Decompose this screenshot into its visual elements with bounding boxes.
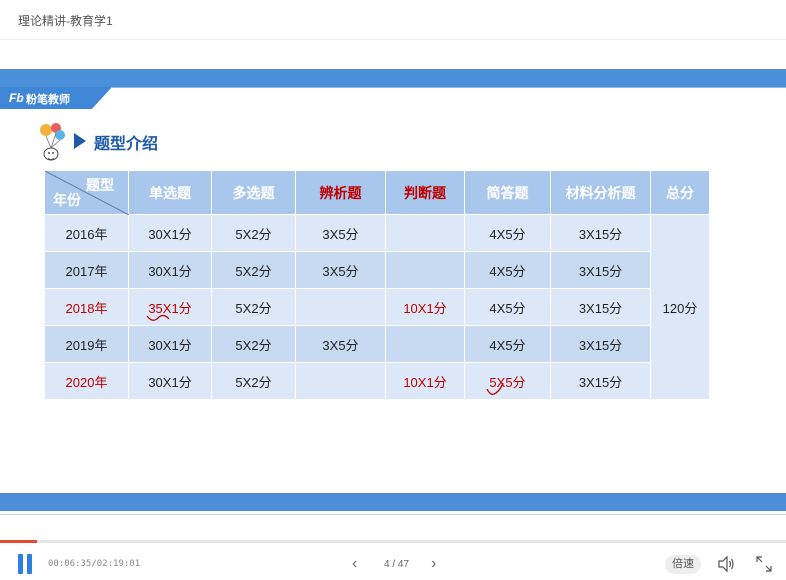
slide-bottom-line xyxy=(0,514,786,515)
playback-speed-button[interactable]: 倍速 xyxy=(665,555,701,574)
table-header-row: 题型 年份 单选题 多选题 辨析题 判断题 简答题 材料分析题 总分 xyxy=(44,170,710,215)
year-cell: 2016年 xyxy=(44,214,129,252)
table-cell: 3X15分 xyxy=(550,251,651,289)
table-cell: 3X15分 xyxy=(550,288,651,326)
play-triangle-icon xyxy=(74,133,86,149)
corner-header: 题型 年份 xyxy=(44,170,129,215)
slide-divider xyxy=(112,87,786,88)
year-cell: 2019年 xyxy=(44,325,129,363)
progress-bar[interactable] xyxy=(0,540,786,543)
table-cell: 4X5分 xyxy=(464,325,551,363)
header-single-choice: 单选题 xyxy=(128,170,212,215)
slide: Fb 粉笔教师 题型介绍 题型 年份 单选题 多选题 辨析题 判断题 简答题 材… xyxy=(0,40,786,540)
progress-fill xyxy=(0,540,37,543)
table-cell: 3X15分 xyxy=(550,214,651,252)
table-row: 2018年 35X1分 5X2分 10X1分 4X5分 3X15分 xyxy=(44,288,710,326)
table-cell: 5X2分 xyxy=(211,251,296,289)
table-cell: 4X5分 xyxy=(464,214,551,252)
year-cell: 2018年 xyxy=(44,288,129,326)
table-cell: 5X2分 xyxy=(211,325,296,363)
table-cell xyxy=(385,214,465,252)
header-true-false: 判断题 xyxy=(385,170,465,215)
table-cell: 4X5分 xyxy=(464,251,551,289)
playback-time: 00:06:35/02:19:01 xyxy=(48,559,141,569)
table-cell xyxy=(385,325,465,363)
header-multiple-choice: 多选题 xyxy=(211,170,296,215)
table-cell: 30X1分 xyxy=(128,251,212,289)
prev-page-icon[interactable]: ‹ xyxy=(352,555,357,573)
header-short-answer: 简答题 xyxy=(464,170,551,215)
table-cell: 5X2分 xyxy=(211,288,296,326)
video-lesson-window: 理论精讲-教育学1 Fb 粉笔教师 题型介绍 题型 年份 单选题 多选题 辨析题… xyxy=(0,0,786,580)
header-discrimination: 辨析题 xyxy=(295,170,386,215)
table-cell: 4X5分 xyxy=(464,288,551,326)
table-cell: 30X1分 xyxy=(128,325,212,363)
table-cell: 3X15分 xyxy=(550,362,651,400)
logo-text: 粉笔教师 xyxy=(26,94,70,106)
table-cell xyxy=(295,362,386,400)
corner-label-type: 题型 xyxy=(86,177,114,193)
fullscreen-icon[interactable] xyxy=(754,554,774,574)
cell-value: 5X5分 xyxy=(489,374,526,390)
volume-icon[interactable] xyxy=(716,554,736,574)
logo-mark: Fb xyxy=(9,91,24,105)
balloon-icon xyxy=(40,123,65,161)
table-cell-annotated: 5X5分 xyxy=(464,362,551,400)
table-cell: 5X2分 xyxy=(211,214,296,252)
title-bar: 理论精讲-教育学1 xyxy=(0,0,786,40)
table-cell: 5X2分 xyxy=(211,362,296,400)
table-cell: 3X15分 xyxy=(550,325,651,363)
window-title: 理论精讲-教育学1 xyxy=(18,14,113,28)
next-page-icon[interactable]: › xyxy=(431,555,436,573)
table-cell xyxy=(295,288,386,326)
table-row: 2017年 30X1分 5X2分 3X5分 4X5分 3X15分 xyxy=(44,251,710,289)
table-cell: 3X5分 xyxy=(295,214,386,252)
corner-label-year: 年份 xyxy=(53,192,81,208)
table-cell: 10X1分 xyxy=(385,288,465,326)
table-cell: 30X1分 xyxy=(128,362,212,400)
total-score-cell: 120分 xyxy=(650,214,710,400)
table-cell: 30X1分 xyxy=(128,214,212,252)
table-cell-annotated: 35X1分 xyxy=(128,288,212,326)
table-cell xyxy=(385,251,465,289)
slide-bottom-band xyxy=(0,493,786,511)
table-row: 2019年 30X1分 5X2分 3X5分 4X5分 3X15分 xyxy=(44,325,710,363)
slide-heading: 题型介绍 xyxy=(38,122,238,162)
table-cell: 3X5分 xyxy=(295,325,386,363)
year-cell: 2020年 xyxy=(44,362,129,400)
fenbi-logo: Fb 粉笔教师 xyxy=(0,87,112,109)
table-row: 2020年 30X1分 5X2分 10X1分 5X5分 3X15分 xyxy=(44,362,710,400)
heading-title: 题型介绍 xyxy=(94,136,159,153)
table-cell: 3X5分 xyxy=(295,251,386,289)
header-material-analysis: 材料分析题 xyxy=(550,170,651,215)
exam-type-table: 题型 年份 单选题 多选题 辨析题 判断题 简答题 材料分析题 总分 2016年… xyxy=(44,170,710,400)
page-counter: 4 / 47 xyxy=(384,559,410,570)
year-cell: 2017年 xyxy=(44,251,129,289)
table-cell: 10X1分 xyxy=(385,362,465,400)
pause-icon[interactable] xyxy=(16,554,34,574)
table-row: 2016年 30X1分 5X2分 3X5分 4X5分 3X15分 120分 xyxy=(44,214,710,400)
player-controls: 00:06:35/02:19:01 ‹ 4 / 47 › 倍速 xyxy=(0,540,786,580)
cell-value: 35X1分 xyxy=(148,300,192,316)
header-total: 总分 xyxy=(650,170,710,215)
slide-top-band xyxy=(0,69,786,87)
